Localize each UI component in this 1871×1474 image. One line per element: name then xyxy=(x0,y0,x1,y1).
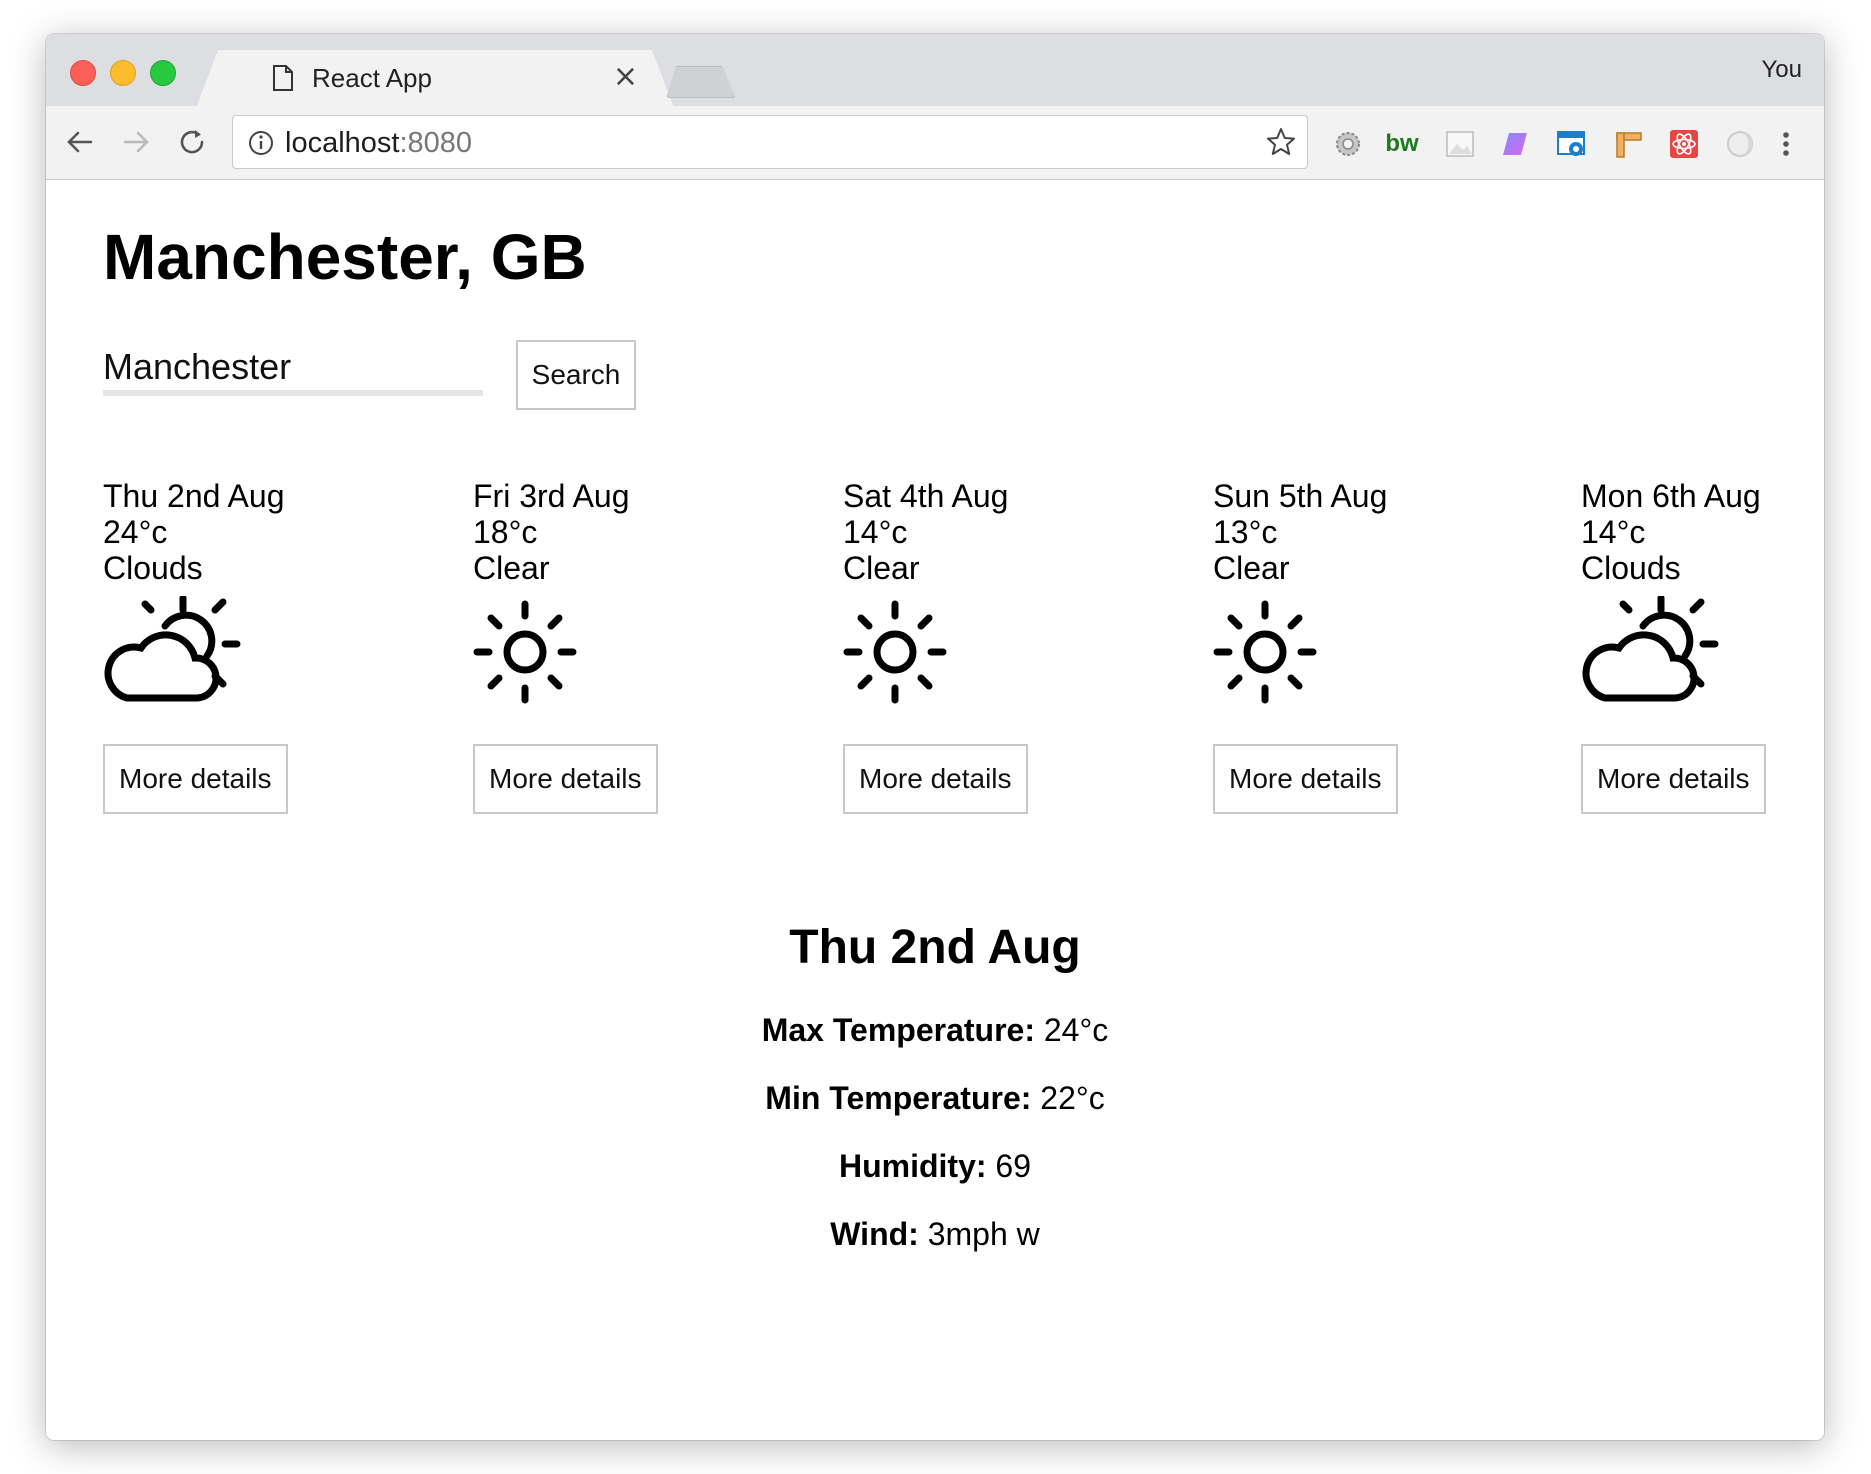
forecast-day: Sun 5th Aug 13°c Clear More details xyxy=(1213,478,1513,814)
forecast-date: Thu 2nd Aug xyxy=(103,478,285,514)
min-temperature-value: 22°c xyxy=(1031,1080,1105,1116)
forecast-temperature: 13°c xyxy=(1213,514,1278,550)
gear-icon[interactable] xyxy=(1332,128,1364,160)
forecast-date: Sat 4th Aug xyxy=(843,478,1009,514)
max-temperature-value: 24°c xyxy=(1034,1012,1109,1048)
more-menu-icon[interactable] xyxy=(1770,128,1802,160)
humidity-label: Humidity: xyxy=(838,1148,987,1184)
sun-icon xyxy=(473,596,613,708)
forecast-day: Thu 2nd Aug 24°c Clouds More details xyxy=(103,478,403,814)
humidity-value: 69 xyxy=(986,1148,1032,1184)
arrow-left-icon xyxy=(67,131,93,153)
forecast-condition: Clear xyxy=(473,550,550,586)
forecast-condition: Clear xyxy=(1213,550,1290,586)
partly-cloudy-icon xyxy=(103,596,243,708)
forecast-date: Sun 5th Aug xyxy=(1213,478,1388,514)
forecast-date: Fri 3rd Aug xyxy=(473,478,630,514)
window-close-button[interactable] xyxy=(70,60,96,86)
image-icon[interactable] xyxy=(1444,128,1476,160)
reload-icon xyxy=(180,130,204,154)
info-icon[interactable] xyxy=(247,129,275,157)
tab-bar: React App × You xyxy=(46,34,1824,106)
browser-toolbar: localhost:8080 bw xyxy=(46,106,1824,180)
city-search-input[interactable] xyxy=(103,344,483,396)
back-button[interactable] xyxy=(60,122,100,162)
forecast-temperature: 18°c xyxy=(473,514,538,550)
star-icon[interactable] xyxy=(1265,126,1297,158)
forecast-condition: Clear xyxy=(843,550,920,586)
window-maximize-button[interactable] xyxy=(150,60,176,86)
max-temperature-row: Max Temperature: 24°c xyxy=(46,1012,1824,1049)
partly-cloudy-icon xyxy=(1581,596,1721,708)
max-temperature-label: Max Temperature: xyxy=(761,1012,1035,1048)
tab-close-icon[interactable]: × xyxy=(613,59,638,95)
screenshot-stage: React App × You localhost:8080 bw Manche… xyxy=(0,0,1871,1474)
humidity-row: Humidity: 69 xyxy=(46,1148,1824,1185)
more-details-button[interactable]: More details xyxy=(103,744,288,814)
profile-label[interactable]: You xyxy=(1762,56,1803,84)
forecast-condition: Clouds xyxy=(1581,550,1681,586)
page-content: Manchester, GB Search Thu 2nd Aug 24°c C… xyxy=(46,180,1824,1440)
ruler-extension-icon[interactable] xyxy=(1612,128,1644,160)
document-icon xyxy=(272,64,294,92)
details-title: Thu 2nd Aug xyxy=(789,921,1081,974)
forecast-condition: Clouds xyxy=(103,550,203,586)
forecast-day: Mon 6th Aug 14°c Clouds More details xyxy=(1581,478,1824,814)
screenshot-extension-icon[interactable] xyxy=(1556,128,1588,160)
wind-value: 3mph w xyxy=(918,1216,1040,1252)
forecast-temperature: 14°c xyxy=(1581,514,1646,550)
bw-extension-icon[interactable]: bw xyxy=(1385,128,1418,160)
circle-extension-icon[interactable] xyxy=(1724,128,1756,160)
browser-window: React App × You localhost:8080 bw Manche… xyxy=(46,34,1824,1440)
forecast-day: Sat 4th Aug 14°c Clear More details xyxy=(843,478,1143,814)
more-details-button[interactable]: More details xyxy=(1213,744,1398,814)
browser-tab[interactable]: React App × xyxy=(196,50,674,108)
forecast-temperature: 24°c xyxy=(103,514,168,550)
reload-button[interactable] xyxy=(172,122,212,162)
forecast-day: Fri 3rd Aug 18°c Clear More details xyxy=(473,478,773,814)
sun-icon xyxy=(843,596,983,708)
more-details-button[interactable]: More details xyxy=(473,744,658,814)
address-bar[interactable]: localhost:8080 xyxy=(232,115,1308,169)
window-minimize-button[interactable] xyxy=(110,60,136,86)
url-port: :8080 xyxy=(399,127,473,159)
forecast-date: Mon 6th Aug xyxy=(1581,478,1761,514)
tab-title: React App xyxy=(312,63,432,93)
min-temperature-row: Min Temperature: 22°c xyxy=(46,1080,1824,1117)
more-details-button[interactable]: More details xyxy=(1581,744,1766,814)
more-details-button[interactable]: More details xyxy=(843,744,1028,814)
wind-row: Wind: 3mph w xyxy=(46,1216,1824,1253)
arrow-right-icon xyxy=(123,131,149,153)
forward-button[interactable] xyxy=(116,122,156,162)
react-devtools-icon[interactable] xyxy=(1668,128,1700,160)
forecast-temperature: 14°c xyxy=(843,514,908,550)
url-host: localhost xyxy=(285,127,400,159)
url-text: localhost:8080 xyxy=(285,127,472,160)
min-temperature-label: Min Temperature: xyxy=(765,1080,1032,1116)
sun-icon xyxy=(1213,596,1353,708)
gradient-extension-icon[interactable] xyxy=(1500,128,1532,160)
search-button[interactable]: Search xyxy=(516,340,636,410)
new-tab-button[interactable] xyxy=(666,66,736,98)
wind-label: Wind: xyxy=(830,1216,919,1252)
city-title: Manchester, GB xyxy=(103,221,587,293)
